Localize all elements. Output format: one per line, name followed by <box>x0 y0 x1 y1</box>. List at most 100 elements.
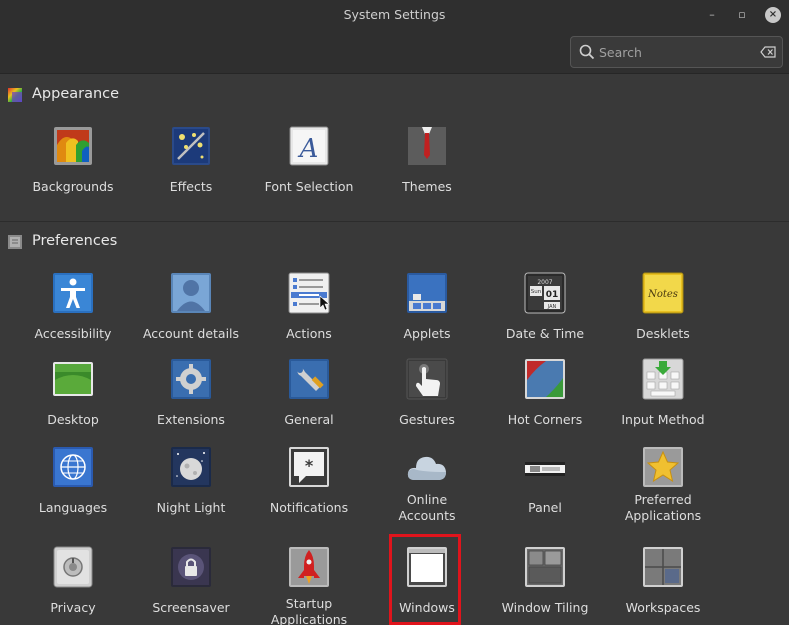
settings-item-desktop[interactable]: Desktop <box>14 358 132 442</box>
appearance-icon <box>8 88 22 102</box>
item-label: Accounts <box>398 508 456 523</box>
account-details-icon <box>171 273 211 313</box>
settings-item-accessibility[interactable]: Accessibility <box>14 272 132 356</box>
settings-item-applets[interactable]: Applets <box>368 272 486 356</box>
item-label: Hot Corners <box>507 412 583 427</box>
item-label: General <box>284 412 334 427</box>
settings-item-hot-corners[interactable]: Hot Corners <box>486 358 604 442</box>
settings-item-account-details[interactable]: Account details <box>132 272 250 356</box>
item-label: Font Selection <box>264 179 354 194</box>
section-title: Preferences <box>32 233 118 249</box>
date-time-icon: 2007 Sun 01 JAN <box>524 272 566 314</box>
font-selection-icon: A <box>289 126 329 166</box>
screensaver-icon <box>171 547 211 587</box>
window-tiling-icon <box>525 547 565 587</box>
online-accounts-icon <box>407 456 446 480</box>
date-time-day: Sun <box>531 289 542 295</box>
settings-item-backgrounds[interactable]: Backgrounds <box>14 125 132 209</box>
settings-item-effects[interactable]: Effects <box>132 125 250 209</box>
desklets-icon: Notes <box>642 272 684 314</box>
header-bar <box>0 30 789 74</box>
item-label: Date & Time <box>505 326 585 341</box>
extensions-icon <box>171 359 211 399</box>
settings-item-gestures[interactable]: Gestures <box>368 358 486 442</box>
languages-icon <box>53 447 93 487</box>
minimize-button[interactable]: – <box>704 7 720 23</box>
actions-icon <box>288 272 330 314</box>
accessibility-icon <box>53 273 93 313</box>
highlight-box <box>389 534 461 625</box>
item-label: Online <box>406 492 448 507</box>
notifications-icon: * <box>289 447 329 487</box>
backgrounds-icon <box>54 127 92 165</box>
section-header-preferences: Preferences <box>0 227 789 257</box>
settings-item-themes[interactable]: Themes <box>368 125 486 209</box>
maximize-button[interactable]: ▫ <box>734 7 750 23</box>
item-label: Desktop <box>47 412 99 427</box>
item-label: Applications <box>624 508 702 523</box>
desklets-note-text: Notes <box>647 289 678 300</box>
date-time-month: JAN <box>547 304 557 310</box>
item-label: Startup <box>285 596 333 611</box>
date-time-date: 01 <box>546 290 559 300</box>
item-label: Privacy <box>50 600 96 615</box>
item-label: Themes <box>402 179 452 194</box>
close-button[interactable]: × <box>765 7 781 23</box>
settings-item-window-tiling[interactable]: Window Tiling <box>486 546 604 625</box>
item-label: Languages <box>38 500 108 515</box>
item-label: Accessibility <box>34 326 112 341</box>
desktop-icon <box>53 362 93 396</box>
settings-item-startup-applications[interactable]: Startup Applications <box>250 546 368 625</box>
themes-icon <box>408 127 446 165</box>
settings-item-font-selection[interactable]: A Font Selection <box>250 125 368 209</box>
settings-item-input-method[interactable]: Input Method <box>604 358 722 442</box>
settings-item-panel[interactable]: Panel <box>486 446 604 530</box>
settings-item-date-time[interactable]: 2007 Sun 01 JAN Date & Time <box>486 272 604 356</box>
item-label: Desklets <box>636 326 690 341</box>
settings-item-extensions[interactable]: Extensions <box>132 358 250 442</box>
item-label: Backgrounds <box>32 179 114 194</box>
panel-icon <box>525 462 565 476</box>
section-divider <box>0 221 789 222</box>
section-header-appearance: Appearance <box>0 80 789 110</box>
item-label: Actions <box>286 326 332 341</box>
effects-icon <box>172 127 210 165</box>
gestures-icon <box>406 358 448 400</box>
preferences-icon <box>8 235 22 249</box>
item-label: Input Method <box>621 412 705 427</box>
search-box[interactable] <box>570 36 783 68</box>
settings-item-workspaces[interactable]: Workspaces <box>604 546 722 625</box>
settings-item-notifications[interactable]: * Notifications <box>250 446 368 530</box>
item-label: Effects <box>169 179 213 194</box>
startup-applications-icon <box>289 547 329 587</box>
settings-item-languages[interactable]: Languages <box>14 446 132 530</box>
svg-text:*: * <box>305 456 314 475</box>
general-icon <box>289 359 329 399</box>
date-time-year: 2007 <box>537 279 552 286</box>
settings-item-privacy[interactable]: Privacy <box>14 546 132 625</box>
search-input[interactable] <box>599 43 759 61</box>
title-bar: System Settings – ▫ × <box>0 0 789 30</box>
item-label: Notifications <box>269 500 349 515</box>
item-label: Extensions <box>157 412 225 427</box>
settings-item-preferred-applications[interactable]: Preferred Applications <box>604 446 722 530</box>
search-icon <box>579 44 595 60</box>
clear-search-icon[interactable] <box>760 46 776 58</box>
night-light-icon <box>171 447 211 487</box>
item-label: Night Light <box>156 500 226 515</box>
item-label: Gestures <box>399 412 455 427</box>
item-label: Screensaver <box>152 600 230 615</box>
window-title: System Settings <box>343 7 446 22</box>
workspaces-icon <box>643 547 683 587</box>
item-label: Account details <box>142 326 240 341</box>
settings-item-night-light[interactable]: Night Light <box>132 446 250 530</box>
settings-item-general[interactable]: General <box>250 358 368 442</box>
section-title: Appearance <box>32 86 120 102</box>
settings-item-desklets[interactable]: Notes Desklets <box>604 272 722 356</box>
settings-item-actions[interactable]: Actions <box>250 272 368 356</box>
settings-item-screensaver[interactable]: Screensaver <box>132 546 250 625</box>
settings-item-online-accounts[interactable]: Online Accounts <box>368 446 486 530</box>
preferred-applications-icon <box>643 447 683 487</box>
item-label: Applets <box>403 326 451 341</box>
privacy-icon <box>53 546 93 588</box>
